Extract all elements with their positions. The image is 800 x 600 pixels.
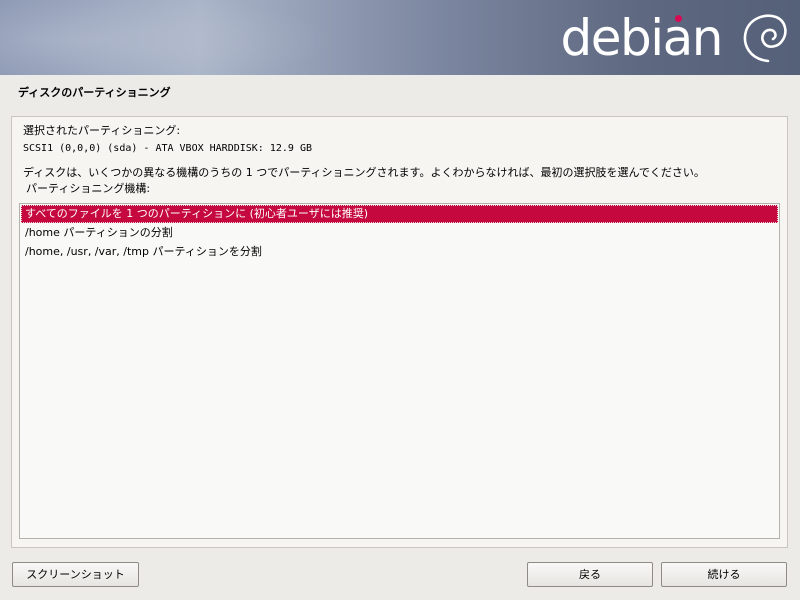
disk-info: SCSI1 (0,0,0) (sda) - ATA VBOX HARDDISK:… [23, 143, 312, 154]
list-item-all-in-one[interactable]: すべてのファイルを 1 つのパーティションに (初心者ユーザには推奨) [21, 205, 778, 223]
screenshot-button[interactable]: スクリーンショット [12, 562, 139, 587]
partitioning-scheme-list[interactable]: すべてのファイルを 1 つのパーティションに (初心者ユーザには推奨) /hom… [19, 203, 780, 539]
debian-banner: debian [0, 0, 800, 75]
list-item-separate-home[interactable]: /home パーティションの分割 [21, 224, 778, 242]
description-text: ディスクは、いくつかの異なる機構のうちの 1 つでパーティショニングされます。よ… [23, 166, 705, 179]
selected-partitioning-label: 選択されたパーティショニング: [23, 124, 181, 137]
list-item-separate-home-usr-var-tmp[interactable]: /home, /usr, /var, /tmp パーティションを分割 [21, 243, 778, 261]
debian-logo-dot [675, 15, 682, 22]
page-title: ディスクのパーティショニング [18, 86, 171, 99]
partitioning-scheme-label: パーティショニング機構: [26, 182, 151, 195]
debian-swirl-icon [743, 14, 787, 63]
back-button[interactable]: 戻る [527, 562, 653, 587]
debian-logo-text: debian [560, 9, 724, 67]
content-panel: 選択されたパーティショニング: SCSI1 (0,0,0) (sda) - AT… [11, 116, 788, 548]
continue-button[interactable]: 続ける [661, 562, 787, 587]
